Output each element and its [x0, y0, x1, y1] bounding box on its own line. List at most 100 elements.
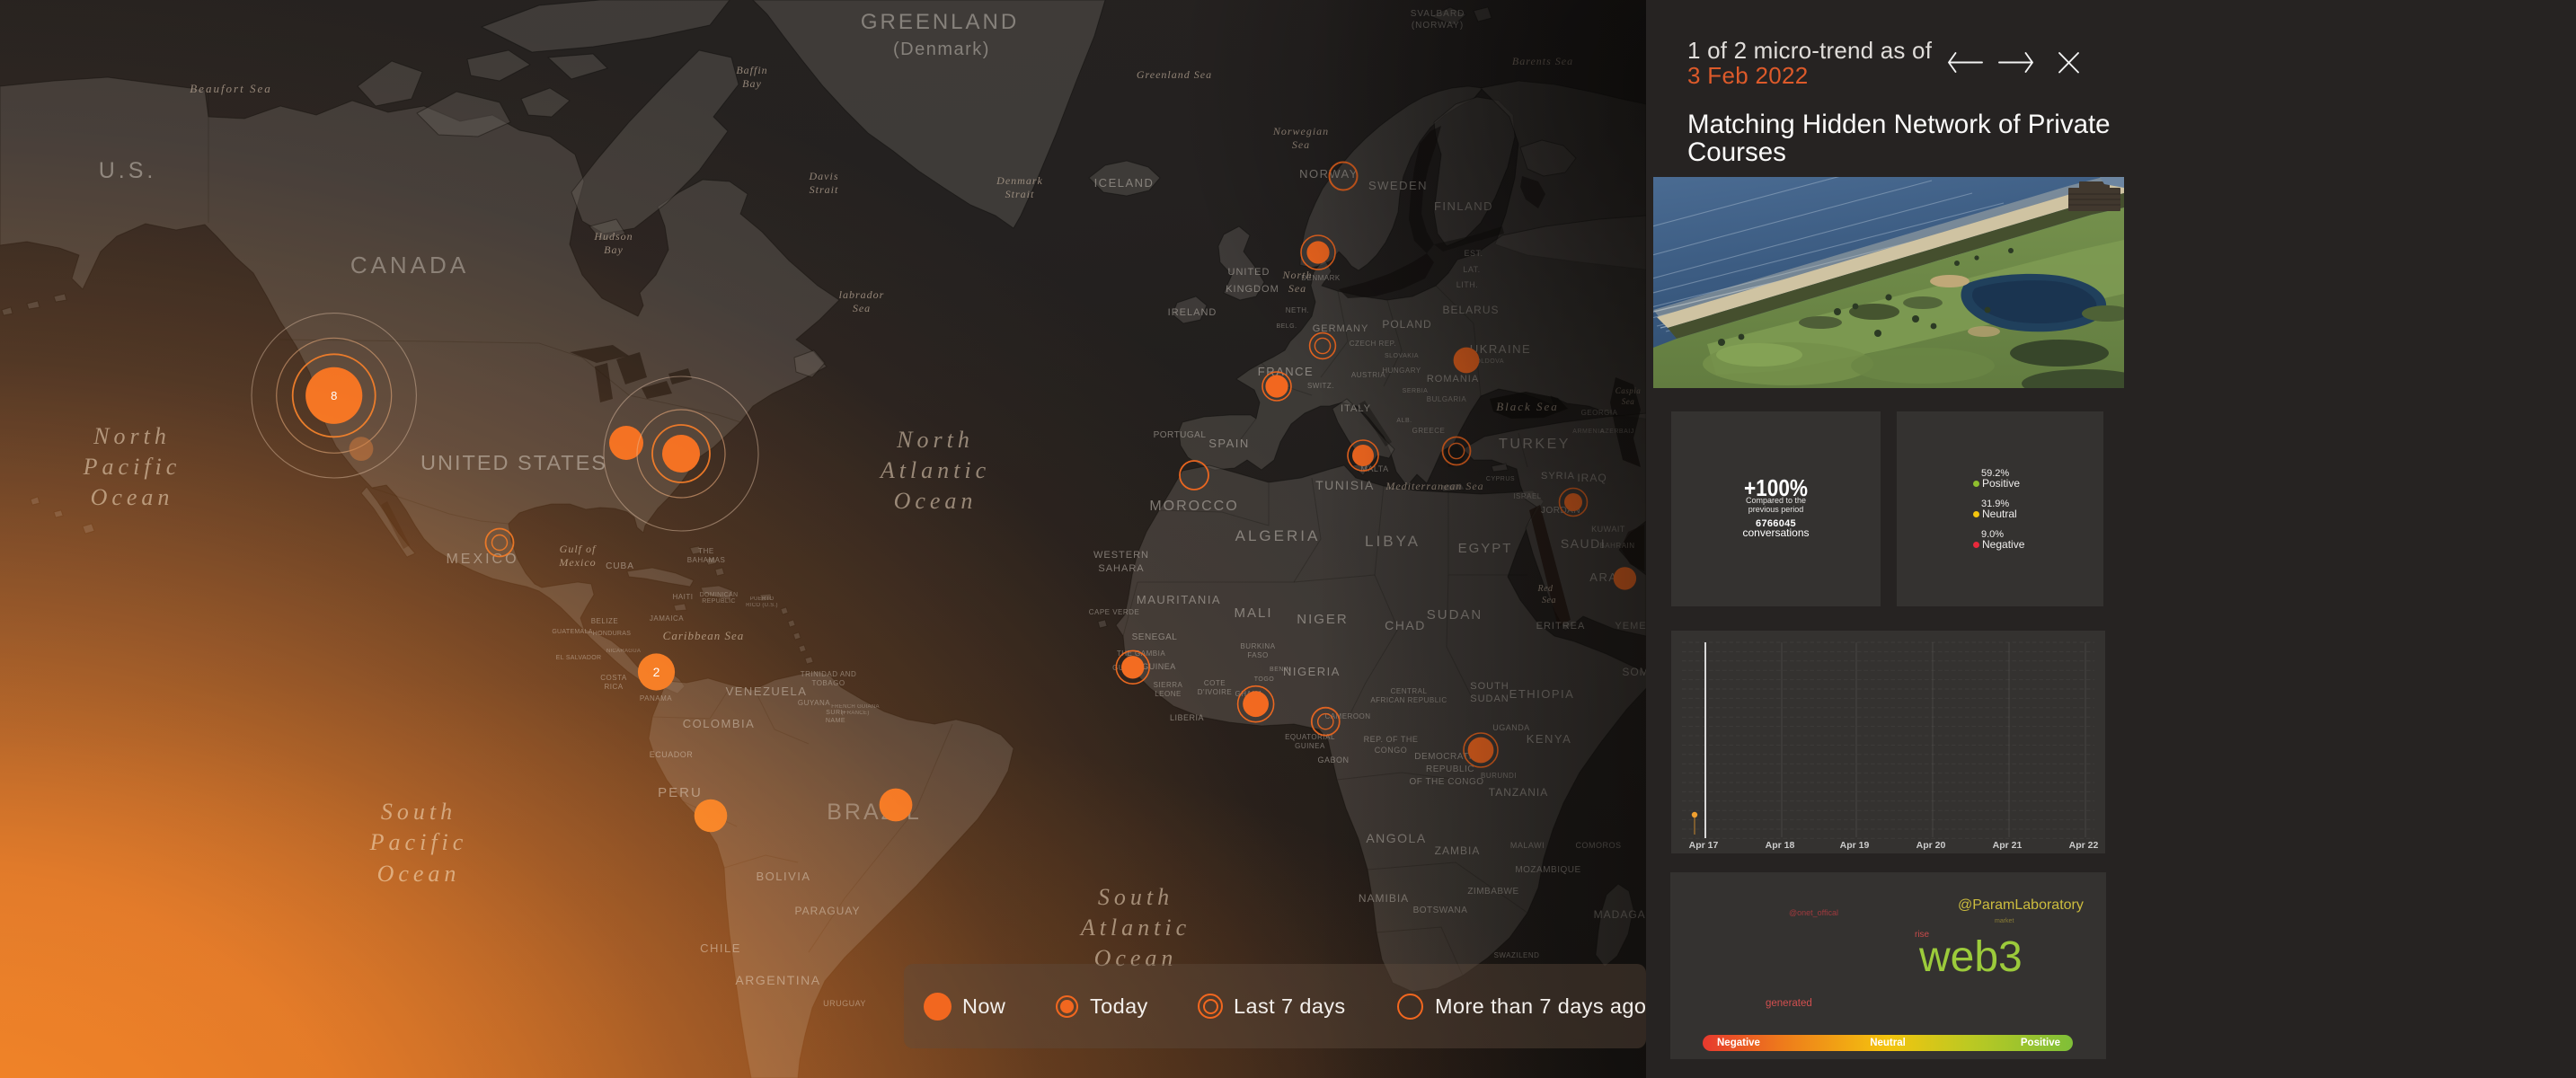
- svg-text:Caribbean Sea: Caribbean Sea: [663, 629, 745, 642]
- svg-text:ALB.: ALB.: [1396, 418, 1412, 424]
- svg-text:FASO: FASO: [1247, 651, 1268, 659]
- svg-text:Apr 19: Apr 19: [1840, 840, 1870, 851]
- svg-text:ITALY: ITALY: [1341, 403, 1371, 414]
- svg-text:NICARAGUA: NICARAGUA: [606, 649, 641, 654]
- svg-text:WESTERN: WESTERN: [1093, 550, 1149, 561]
- svg-text:TUNISIA: TUNISIA: [1315, 478, 1375, 492]
- svg-text:SOMA: SOMA: [1622, 666, 1646, 678]
- svg-text:HAITI: HAITI: [673, 593, 694, 601]
- svg-text:CHILE: CHILE: [700, 941, 741, 955]
- svg-text:IRAQ: IRAQ: [1577, 472, 1607, 484]
- svg-text:South: South: [381, 799, 456, 825]
- svg-text:Barents Sea: Barents Sea: [1512, 55, 1573, 67]
- svg-text:PERU: PERU: [658, 785, 703, 800]
- svg-text:PORTUGAL: PORTUGAL: [1154, 430, 1207, 440]
- svg-text:REP. OF THE: REP. OF THE: [1364, 735, 1419, 744]
- svg-text:North: North: [896, 427, 974, 453]
- svg-text:SWITZ.: SWITZ.: [1307, 382, 1334, 390]
- svg-text:NAME: NAME: [826, 718, 845, 724]
- svg-text:Bay: Bay: [742, 77, 762, 90]
- svg-text:HUNGARY: HUNGARY: [1382, 367, 1421, 375]
- svg-text:ARGENTINA: ARGENTINA: [735, 973, 820, 987]
- svg-text:TANZANIA: TANZANIA: [1489, 786, 1548, 799]
- svg-text:CUBA: CUBA: [606, 561, 634, 571]
- svg-text:GUINEA: GUINEA: [1142, 662, 1176, 671]
- svg-text:CZECH REP.: CZECH REP.: [1350, 340, 1396, 348]
- svg-text:Atlantic: Atlantic: [879, 457, 990, 483]
- svg-text:BELIZE: BELIZE: [591, 617, 619, 625]
- svg-text:CAPE VERDE: CAPE VERDE: [1089, 608, 1140, 616]
- svg-text:UNITED STATES: UNITED STATES: [420, 451, 607, 474]
- svg-text:RICA: RICA: [604, 683, 623, 691]
- svg-text:KINGDOM: KINGDOM: [1226, 284, 1279, 295]
- svg-text:Caspia: Caspia: [1616, 386, 1642, 395]
- svg-text:NAMIBIA: NAMIBIA: [1359, 892, 1409, 905]
- svg-text:labrador: labrador: [839, 288, 885, 301]
- svg-text:Denmark: Denmark: [996, 174, 1043, 187]
- svg-text:POLAND: POLAND: [1382, 318, 1431, 331]
- svg-text:OF THE CONGO: OF THE CONGO: [1409, 777, 1483, 787]
- svg-text:COSTA: COSTA: [600, 674, 627, 682]
- svg-text:LITH.: LITH.: [1456, 280, 1479, 289]
- svg-text:TRINIDAD AND: TRINIDAD AND: [801, 670, 856, 678]
- svg-text:SLOVAKIA: SLOVAKIA: [1385, 353, 1419, 359]
- svg-text:LIBERIA: LIBERIA: [1170, 713, 1204, 722]
- svg-text:TURKEY: TURKEY: [1499, 437, 1571, 452]
- svg-text:CONGO: CONGO: [1375, 746, 1408, 755]
- svg-text:YEME: YEME: [1615, 621, 1646, 632]
- svg-text:Pacific: Pacific: [369, 829, 468, 855]
- svg-text:JAMAICA: JAMAICA: [650, 614, 684, 623]
- svg-text:Apr 20: Apr 20: [1917, 840, 1946, 851]
- svg-text:Norwegian: Norwegian: [1272, 125, 1329, 137]
- svg-text:SUDAN: SUDAN: [1470, 694, 1509, 704]
- svg-text:TOBAGO: TOBAGO: [811, 679, 845, 687]
- svg-text:THE: THE: [698, 547, 714, 555]
- svg-text:URUGUAY: URUGUAY: [823, 999, 866, 1008]
- svg-text:(Denmark): (Denmark): [893, 40, 990, 59]
- svg-text:GEORGIA: GEORGIA: [1581, 409, 1618, 417]
- svg-text:ANGOLA: ANGOLA: [1366, 831, 1426, 845]
- svg-text:Apr 18: Apr 18: [1766, 840, 1795, 851]
- svg-text:ALGERIA: ALGERIA: [1235, 527, 1321, 544]
- svg-text:BOLIVIA: BOLIVIA: [756, 870, 810, 883]
- svg-text:SPAIN: SPAIN: [1208, 437, 1250, 450]
- svg-text:GABON: GABON: [1317, 755, 1349, 764]
- svg-text:(FRANCE): (FRANCE): [841, 711, 869, 716]
- svg-text:UKRAINE: UKRAINE: [1470, 342, 1531, 356]
- svg-text:ROMANIA: ROMANIA: [1427, 374, 1479, 384]
- svg-text:SVALBARD: SVALBARD: [1411, 9, 1465, 19]
- svg-text:Sea: Sea: [1542, 596, 1556, 605]
- svg-text:FINLAND: FINLAND: [1434, 199, 1493, 213]
- svg-text:PARAGUAY: PARAGUAY: [795, 905, 861, 917]
- svg-text:8: 8: [331, 389, 337, 402]
- svg-text:CENTRAL: CENTRAL: [1391, 687, 1428, 695]
- svg-text:GUINEA: GUINEA: [1295, 742, 1325, 750]
- svg-text:BELARUS: BELARUS: [1442, 304, 1499, 316]
- svg-text:ETHIOPIA: ETHIOPIA: [1509, 687, 1575, 701]
- svg-text:MALAWI: MALAWI: [1510, 841, 1545, 850]
- svg-text:GUATEMALA: GUATEMALA: [552, 629, 592, 635]
- svg-text:Hudson: Hudson: [593, 230, 633, 243]
- svg-text:COTE: COTE: [1204, 679, 1226, 687]
- svg-text:Davis: Davis: [809, 170, 839, 182]
- svg-text:Sea: Sea: [1288, 282, 1306, 295]
- svg-text:North: North: [1281, 269, 1312, 281]
- svg-text:EST.: EST.: [1464, 249, 1483, 258]
- svg-text:Ocean: Ocean: [894, 488, 978, 514]
- svg-text:CHAD: CHAD: [1385, 618, 1426, 632]
- svg-text:D'IVOIRE: D'IVOIRE: [1198, 688, 1232, 696]
- svg-text:Sea: Sea: [1622, 397, 1635, 406]
- svg-text:Beaufort Sea: Beaufort Sea: [190, 82, 272, 95]
- svg-text:Baffin: Baffin: [736, 64, 767, 76]
- svg-text:AUSTRIA: AUSTRIA: [1351, 371, 1385, 379]
- svg-text:BURKINA: BURKINA: [1240, 642, 1275, 650]
- svg-text:ECUADOR: ECUADOR: [650, 750, 694, 759]
- svg-text:BOTSWANA: BOTSWANA: [1413, 906, 1468, 915]
- svg-text:PANAMA: PANAMA: [640, 694, 672, 702]
- svg-text:SOUTH: SOUTH: [1470, 681, 1509, 692]
- svg-text:ZIMBABWE: ZIMBABWE: [1467, 887, 1518, 897]
- svg-text:U.S.: U.S.: [99, 158, 157, 183]
- svg-text:TOGO: TOGO: [1254, 676, 1275, 683]
- svg-text:Atlantic: Atlantic: [1079, 915, 1191, 941]
- svg-text:REPUBLIC: REPUBLIC: [702, 598, 735, 605]
